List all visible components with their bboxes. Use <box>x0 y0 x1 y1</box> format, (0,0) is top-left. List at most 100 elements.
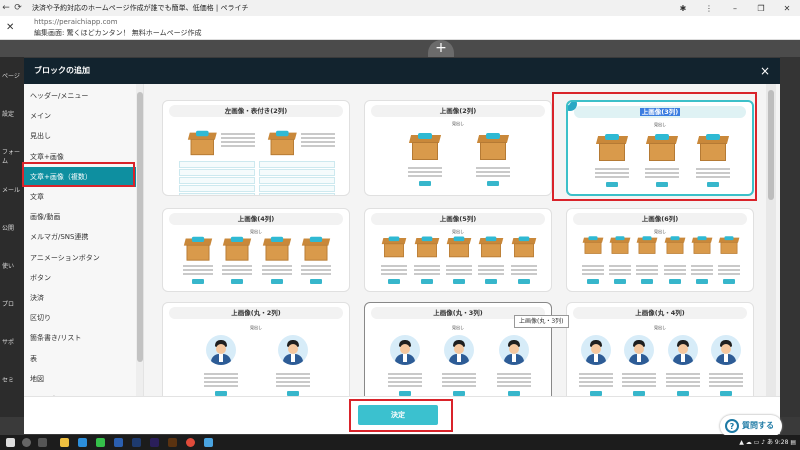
block-card-title: 上画像(丸・4列) <box>573 307 747 319</box>
category-item[interactable]: 区切り <box>24 308 136 328</box>
preview-button <box>668 279 681 284</box>
block-card[interactable]: 上画像(丸・2列) 見出し <box>162 302 350 396</box>
text-line <box>717 269 740 271</box>
text-line <box>446 269 472 271</box>
illustrator-icon[interactable] <box>168 438 177 447</box>
text-line <box>276 385 311 387</box>
editor-top-strip <box>0 40 800 57</box>
premiere-icon[interactable] <box>150 438 159 447</box>
block-grid-scroll-thumb[interactable] <box>768 90 774 200</box>
text-line <box>222 265 253 267</box>
block-card[interactable]: 上画像(2列) 見出し <box>364 100 552 196</box>
text-line <box>709 377 744 379</box>
box-item <box>231 236 244 243</box>
text-line <box>510 269 537 271</box>
clock[interactable]: 9:28 <box>775 439 788 446</box>
extension-icon[interactable]: ✱ <box>670 4 696 13</box>
box-illustration <box>582 235 604 254</box>
text-line <box>496 373 531 375</box>
box-illustration <box>183 235 213 261</box>
modal-close-icon[interactable]: × <box>760 58 770 84</box>
background-sidebar-item: 使い <box>2 263 15 270</box>
text-line <box>408 171 443 173</box>
background-sidebar-item: メール <box>2 187 21 194</box>
category-item[interactable]: メルマガ/SNS連携 <box>24 227 136 247</box>
table-row-preview <box>179 161 255 168</box>
person-avatar-illustration <box>278 335 309 365</box>
word-icon[interactable] <box>114 438 123 447</box>
photoshop-icon[interactable] <box>132 438 141 447</box>
background-sidebar-item: セミ <box>2 377 15 384</box>
sidebar-scroll-thumb[interactable] <box>137 92 143 362</box>
text-line <box>496 377 531 379</box>
avatar-face <box>721 344 732 354</box>
category-item[interactable]: 地図 <box>24 369 136 389</box>
app-icon[interactable] <box>204 438 213 447</box>
block-card[interactable]: 上画像(丸・4列) 見出し <box>566 302 754 396</box>
preview-button <box>614 279 627 284</box>
text-line <box>478 265 505 267</box>
search-icon[interactable] <box>22 438 31 447</box>
edge-icon[interactable] <box>78 438 87 447</box>
ime-indicator[interactable]: あ <box>767 439 773 446</box>
browser-title-bar: ← ⟳ 決済や予約対応のホームページ作成が誰でも簡単、低価格 | ペライチ ✱ … <box>0 0 800 16</box>
category-item[interactable]: 文章 <box>24 187 136 207</box>
back-icon[interactable]: ← <box>0 3 12 13</box>
block-card[interactable]: 上画像(5列) 見出し <box>364 208 552 292</box>
category-item[interactable]: 箇条書き/リスト <box>24 328 136 348</box>
block-card[interactable]: 上画像(4列) 見出し <box>162 208 350 292</box>
editor-sidebar: ページ 設定 フォーム メール 公開 使い プロ サポ セミ <box>0 57 24 417</box>
box-body <box>584 242 602 254</box>
window-close-icon[interactable]: ✕ <box>774 4 800 13</box>
text-line <box>475 167 510 169</box>
box-body <box>416 243 437 258</box>
help-button[interactable]: ? 質問する <box>720 415 782 437</box>
category-item[interactable]: メイン <box>24 106 136 126</box>
avatar-shirt <box>218 354 223 362</box>
text-line <box>690 265 713 267</box>
preview-button <box>641 279 654 284</box>
maximize-icon[interactable]: ❐ <box>748 4 774 13</box>
box-item <box>670 236 680 241</box>
box-illustration <box>718 235 740 254</box>
menu-icon[interactable]: ⋮ <box>696 4 722 13</box>
close-icon[interactable]: ✕ <box>6 22 14 33</box>
box-body <box>720 242 738 254</box>
background-sidebar-item: 設定 <box>2 111 15 118</box>
minimize-icon[interactable]: – <box>722 4 748 13</box>
category-item[interactable]: 決済 <box>24 288 136 308</box>
category-item[interactable]: ヘッダー/メニュー <box>24 86 136 106</box>
box-body <box>693 242 711 254</box>
preview-button <box>485 279 498 284</box>
text-line <box>301 265 332 267</box>
block-card-title-text: 上画像(2列) <box>439 107 477 115</box>
box-body <box>304 244 328 261</box>
box-illustration <box>476 131 510 161</box>
block-card-title-text: 上画像(丸・3列) <box>433 309 483 317</box>
box-body <box>666 242 683 254</box>
preview-button <box>453 279 465 284</box>
category-item[interactable]: アニメーションボタン <box>24 248 136 268</box>
category-item[interactable]: ボタン <box>24 268 136 288</box>
category-item[interactable]: フォーム <box>24 389 136 396</box>
line-icon[interactable] <box>96 438 105 447</box>
text-line <box>636 273 659 275</box>
category-item[interactable]: 画像/動画 <box>24 207 136 227</box>
start-icon[interactable] <box>6 438 15 447</box>
block-card[interactable]: 左画像・表付き(2列) <box>162 100 350 196</box>
category-item[interactable]: 表 <box>24 349 136 369</box>
taskview-icon[interactable] <box>38 438 47 447</box>
reload-icon[interactable]: ⟳ <box>12 3 24 13</box>
tray-icons[interactable]: ▲ ☁ ▭ ♪ <box>739 439 765 446</box>
text-line <box>182 273 213 275</box>
box-illustration <box>664 235 686 254</box>
explorer-icon[interactable] <box>60 438 69 447</box>
block-card[interactable]: 上画像(6列) 見出し <box>566 208 754 292</box>
chrome-icon[interactable] <box>186 438 195 447</box>
notification-icon[interactable]: ▤ <box>790 439 796 446</box>
url-text[interactable]: https://peraichiapp.com <box>34 18 118 26</box>
category-item[interactable]: 見出し <box>24 126 136 146</box>
text-line <box>663 265 686 267</box>
highlight-category <box>22 162 135 187</box>
box-item <box>421 236 433 242</box>
